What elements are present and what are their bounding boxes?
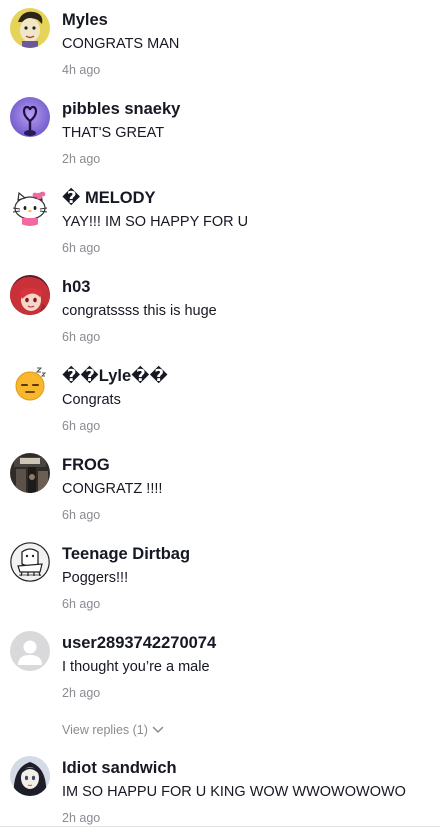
comment-username[interactable]: ��Lyle�� [62, 366, 168, 386]
comment-text: YAY!!! IM SO HAPPY FOR U [62, 214, 249, 230]
comment-username[interactable]: user2893742270074 [62, 633, 216, 653]
comment-list: Myles CONGRATS MAN 4h ago pibbles snaeky… [0, 0, 440, 830]
comment-timestamp: 6h ago [62, 508, 101, 522]
hello-kitty-avatar-icon[interactable] [10, 186, 50, 226]
comment-username[interactable]: h03 [62, 277, 90, 297]
comment-item: user2893742270074 I thought you’re a mal… [0, 623, 440, 707]
comment-item: ��Lyle�� Congrats 6h ago [0, 356, 440, 440]
comment-text: IM SO HAPPU FOR U KING WOW WWOWOWOWO [62, 784, 406, 800]
comment-text: Poggers!!! [62, 570, 129, 586]
red-hair-anime-avatar-icon[interactable] [10, 275, 50, 315]
comment-item: Teenage Dirtbag Poggers!!! 6h ago [0, 534, 440, 618]
comment-timestamp: 6h ago [62, 419, 101, 433]
chevron-down-icon [152, 722, 164, 738]
comment-item: Myles CONGRATS MAN 4h ago [0, 0, 440, 84]
comment-timestamp: 2h ago [62, 152, 101, 166]
comment-text: CONGRATZ !!!! [62, 481, 163, 497]
comment-timestamp: 6h ago [62, 330, 101, 344]
sleepy-emoji-avatar-icon[interactable] [10, 364, 50, 404]
comment-text: CONGRATS MAN [62, 36, 180, 52]
comment-item: Idiot sandwich IM SO HAPPU FOR U KING WO… [0, 748, 440, 832]
comment-text: congratssss this is huge [62, 303, 217, 319]
bottom-divider [0, 826, 440, 827]
comment-item: h03 congratssss this is huge 6h ago [0, 267, 440, 351]
comment-item: FROG CONGRATZ !!!! 6h ago [0, 445, 440, 529]
yellow-face-avatar-icon[interactable] [10, 8, 50, 48]
comment-text: I thought you’re a male [62, 659, 210, 675]
comment-username[interactable]: Myles [62, 10, 108, 30]
comment-text: Congrats [62, 392, 121, 408]
comment-timestamp: 2h ago [62, 686, 101, 700]
comment-timestamp: 6h ago [62, 597, 101, 611]
comment-timestamp: 6h ago [62, 241, 101, 255]
comment-username[interactable]: pibbles snaeky [62, 99, 180, 119]
comment-item: pibbles snaeky THAT'S GREAT 2h ago [0, 89, 440, 173]
dark-photo-avatar-icon[interactable] [10, 453, 50, 493]
default-user-avatar-icon[interactable] [10, 631, 50, 671]
view-replies-button[interactable]: View replies (1) [62, 722, 164, 738]
comment-text: THAT'S GREAT [62, 125, 165, 141]
comment-timestamp: 2h ago [62, 811, 101, 825]
anime-girl-avatar-icon[interactable] [10, 756, 50, 796]
comment-username[interactable]: Teenage Dirtbag [62, 544, 190, 564]
purple-heart-avatar-icon[interactable] [10, 97, 50, 137]
comment-username[interactable]: Idiot sandwich [62, 758, 177, 778]
view-replies-label: View replies (1) [62, 723, 148, 737]
comment-timestamp: 4h ago [62, 63, 101, 77]
comment-username[interactable]: � MELODY [62, 188, 156, 208]
comment-item: � MELODY YAY!!! IM SO HAPPY FOR U 6h ago [0, 178, 440, 262]
comment-username[interactable]: FROG [62, 455, 110, 475]
cartoon-drawing-avatar-icon[interactable] [10, 542, 50, 582]
